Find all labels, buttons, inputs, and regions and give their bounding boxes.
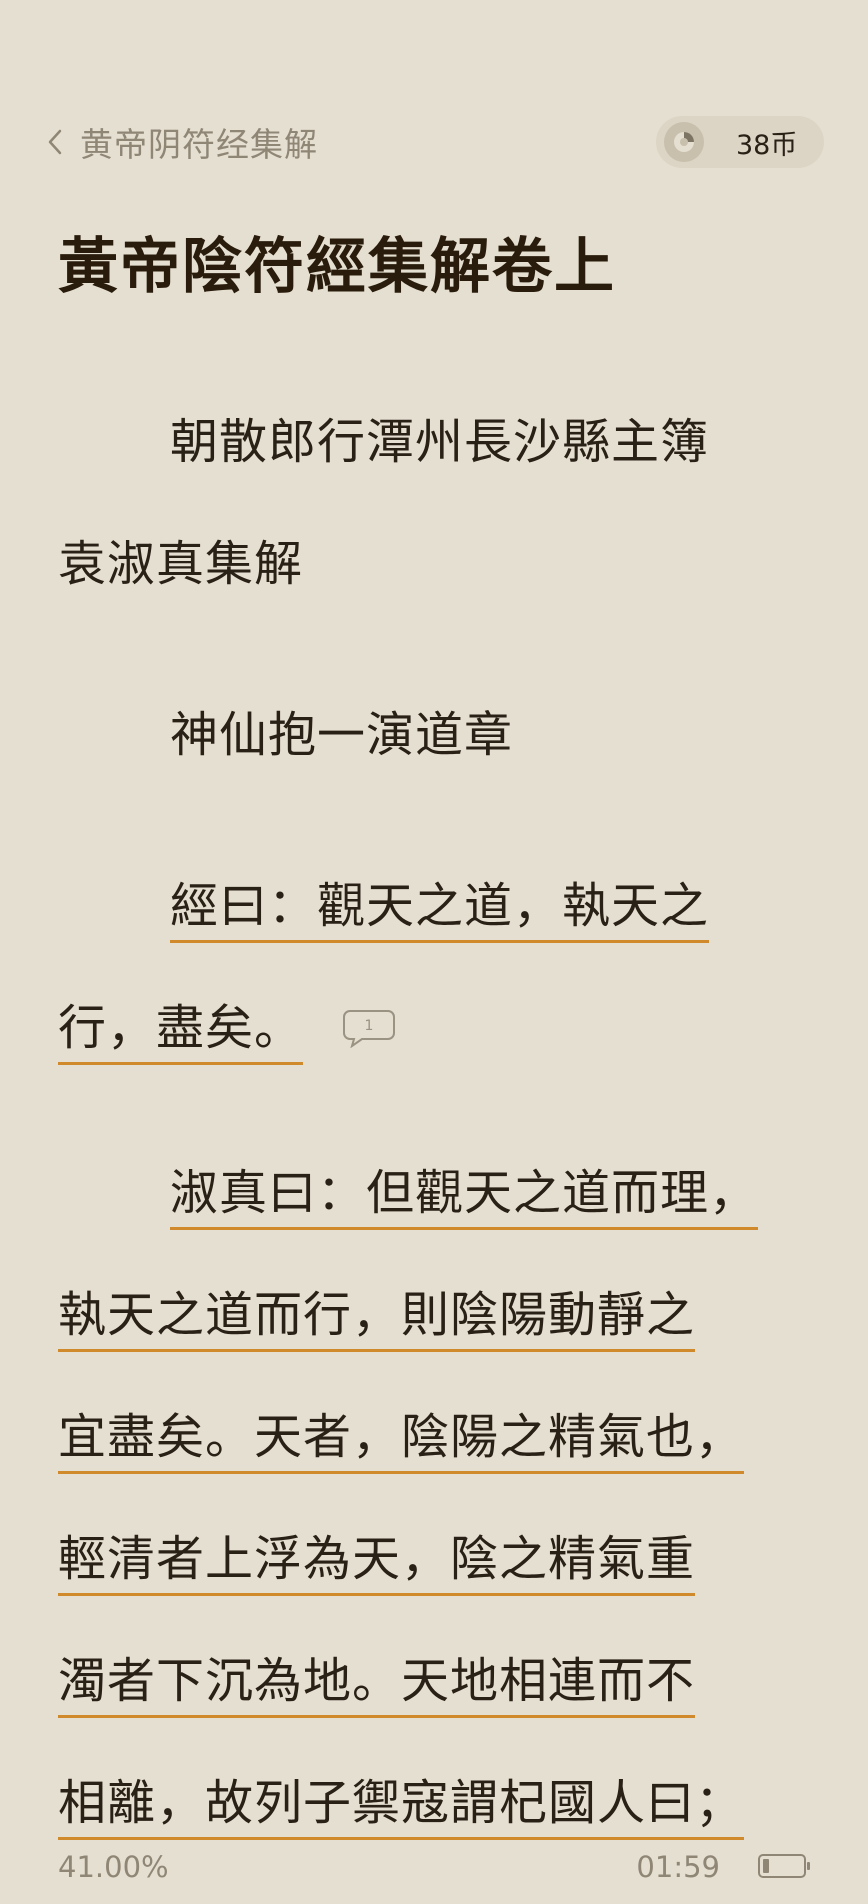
text-line-highlighted[interactable]: 經曰：觀天之道，執天之 [170,876,710,943]
text-line: 朝散郎行潭州長沙縣主簿 [170,414,710,470]
battery-icon [758,1854,810,1878]
text-line-highlighted[interactable]: 相離，故列子禦寇謂杞國人曰； [58,1773,745,1840]
highlight[interactable]: 輕清者上浮為天，陰之精氣重 [58,1531,696,1596]
text-line-highlighted[interactable]: 行，盡矣。 [58,998,304,1065]
coin-icon [664,122,704,162]
highlight[interactable]: 執天之道而行，則陰陽動靜之 [58,1287,696,1352]
reading-progress: 41.00% [58,1850,169,1884]
text-line: 袁淑真集解 [58,536,304,592]
battery-level [763,1859,769,1873]
note-bubble-button[interactable]: 1 [342,1008,396,1049]
comment-bubble-icon: 1 [343,1010,395,1049]
text-line-highlighted[interactable]: 濁者下沉為地。天地相連而不 [58,1651,696,1718]
highlight[interactable]: 淑真曰：但觀天之道而理， [170,1165,759,1230]
coin-balance-button[interactable]: 38币 [656,116,824,168]
coin-count: 38币 [736,129,798,161]
highlight[interactable]: 濁者下沉為地。天地相連而不 [58,1653,696,1718]
reader-footer: 41.00% 01:59 [58,1842,810,1904]
clock: 01:59 [636,1850,720,1884]
highlight[interactable]: 相離，故列子禦寇謂杞國人曰； [58,1775,745,1840]
back-button[interactable]: 黄帝阴符经集解 [44,110,318,174]
highlight[interactable]: 行，盡矣。 [58,1000,304,1065]
chevron-left-icon [48,129,62,155]
book-title: 黄帝阴符经集解 [80,125,318,164]
highlight[interactable]: 宜盡矣。天者，陰陽之精氣也， [58,1409,745,1474]
highlight[interactable]: 經曰：觀天之道，執天之 [170,878,710,943]
note-count: 1 [365,1018,374,1034]
text-line-highlighted[interactable]: 宜盡矣。天者，陰陽之精氣也， [58,1407,745,1474]
reader-header: 黄帝阴符经集解 38币 [44,110,824,174]
text-line-highlighted[interactable]: 輕清者上浮為天，陰之精氣重 [58,1529,696,1596]
text-line-highlighted[interactable]: 淑真曰：但觀天之道而理， [170,1163,759,1230]
chapter-title: 黃帝陰符經集解卷上 [58,232,616,302]
text-line-highlighted[interactable]: 執天之道而行，則陰陽動靜之 [58,1285,696,1352]
text-line: 神仙抱一演道章 [170,707,514,763]
